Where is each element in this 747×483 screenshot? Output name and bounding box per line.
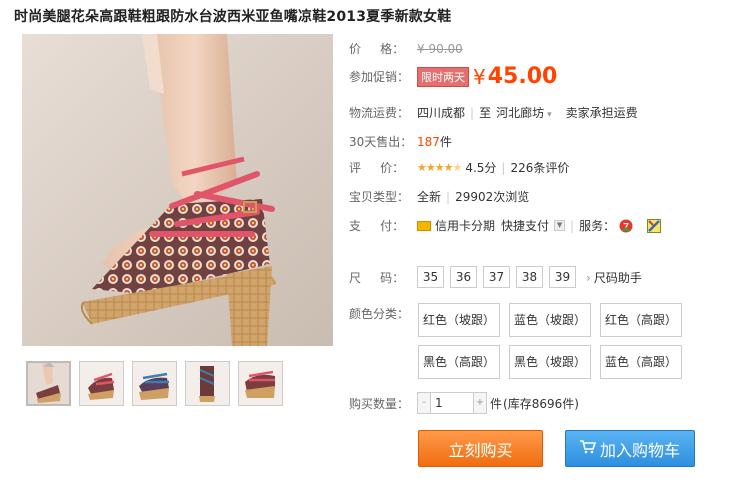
sales-label: 30天售出： bbox=[349, 135, 413, 149]
shipping-note: 卖家承担运费 bbox=[565, 106, 638, 120]
add-to-cart-button[interactable]: 加入购物车 bbox=[565, 430, 695, 467]
guarantee-icon[interactable] bbox=[647, 218, 662, 233]
promo-price-value: 45.00 bbox=[487, 64, 558, 89]
size-option-38[interactable]: 38 bbox=[516, 266, 543, 288]
color-label: 颜色分类： bbox=[349, 307, 410, 321]
color-option-black-wedge[interactable]: 黑色（坡跟） bbox=[509, 345, 591, 379]
original-price-value: ¥ 90.00 bbox=[417, 41, 463, 56]
size-row: 尺 码： 35 36 37 38 39 › 尺码助手 bbox=[349, 266, 642, 288]
credit-card-icon bbox=[417, 220, 431, 231]
size-option-39[interactable]: 39 bbox=[549, 266, 576, 288]
rating-label: 评 价： bbox=[349, 161, 405, 175]
item-type-value: 全新 bbox=[417, 190, 442, 204]
payment-row: 支 付： 信用卡分期 快捷支付 ▼ | 服务： 7 bbox=[349, 217, 662, 234]
sales-row: 30天售出： 187 件 bbox=[349, 133, 452, 150]
promo-label: 参加促销： bbox=[349, 70, 410, 84]
thumbnail-4[interactable] bbox=[185, 361, 230, 406]
shipping-to-prefix: 至 bbox=[479, 106, 492, 120]
size-option-37[interactable]: 37 bbox=[483, 266, 510, 288]
buy-now-button[interactable]: 立刻购买 bbox=[418, 430, 543, 467]
rating-row: 评 价： ★★★★★ 4.5分 | 226条评价 bbox=[349, 159, 569, 176]
size-label: 尺 码： bbox=[349, 270, 405, 285]
credit-installment-link[interactable]: 信用卡分期 bbox=[435, 217, 495, 234]
size-option-35[interactable]: 35 bbox=[417, 266, 444, 288]
service-sep: | bbox=[570, 218, 575, 233]
quantity-stepper: - 1 + bbox=[417, 392, 487, 414]
sales-unit: 件 bbox=[439, 135, 452, 149]
color-option-black-heel[interactable]: 黑色（高跟） bbox=[418, 345, 500, 379]
shipping-sep: | bbox=[470, 105, 475, 120]
rating-score: 4.5分 bbox=[465, 161, 497, 175]
item-type-sep: | bbox=[446, 189, 451, 204]
color-option-red-wedge[interactable]: 红色（坡跟） bbox=[418, 303, 500, 337]
promo-tag: 限时两天 bbox=[417, 66, 469, 87]
quantity-label: 购买数量： bbox=[349, 396, 410, 411]
quantity-increase-button[interactable]: + bbox=[474, 393, 486, 413]
sales-count: 187 bbox=[417, 134, 440, 149]
seven-day-return-icon[interactable]: 7 bbox=[619, 219, 633, 233]
size-option-36[interactable]: 36 bbox=[450, 266, 477, 288]
color-option-red-heel[interactable]: 红色（高跟） bbox=[600, 303, 682, 337]
item-type-label: 宝贝类型： bbox=[349, 190, 410, 204]
quantity-unit: 件 bbox=[490, 396, 503, 411]
thumbnail-2[interactable] bbox=[79, 361, 124, 406]
quantity-input[interactable]: 1 bbox=[430, 393, 474, 413]
color-option-blue-heel[interactable]: 蓝色（高跟） bbox=[600, 345, 682, 379]
color-options: 红色（坡跟） 蓝色（坡跟） 红色（高跟） 黑色（高跟） 黑色（坡跟） 蓝色（高跟… bbox=[418, 303, 682, 379]
item-type-row: 宝贝类型： 全新 | 29902次浏览 bbox=[349, 188, 529, 205]
stock-count: (库存8696件) bbox=[503, 396, 579, 411]
promo-price-row: 参加促销： 限时两天 ¥ 45.00 bbox=[349, 64, 557, 89]
thumbnail-strip bbox=[26, 361, 283, 406]
payment-label: 支 付： bbox=[349, 219, 405, 233]
original-price-label: 价 格： bbox=[349, 42, 405, 56]
review-count-link[interactable]: 226条评价 bbox=[510, 159, 569, 176]
shipping-row: 物流运费： 四川成都 | 至 河北廊坊 ▾ 卖家承担运费 bbox=[349, 104, 638, 121]
thumbnail-1[interactable] bbox=[26, 361, 71, 406]
shipping-from: 四川成都 bbox=[417, 106, 466, 120]
cart-icon bbox=[579, 439, 597, 458]
quick-pay-link[interactable]: 快捷支付 bbox=[501, 217, 549, 234]
thumbnail-3[interactable] bbox=[132, 361, 177, 406]
quantity-decrease-button[interactable]: - bbox=[418, 393, 430, 413]
thumbnail-5[interactable] bbox=[238, 361, 283, 406]
shipping-destination[interactable]: 河北廊坊 ▾ bbox=[496, 104, 552, 121]
color-option-blue-wedge[interactable]: 蓝色（坡跟） bbox=[509, 303, 591, 337]
service-label: 服务： bbox=[579, 219, 616, 233]
quantity-row: 购买数量： - 1 + 件 (库存8696件) bbox=[349, 392, 579, 414]
main-product-image[interactable] bbox=[22, 34, 333, 346]
shipping-label: 物流运费： bbox=[349, 106, 410, 120]
original-price-row: 价 格： ¥ 90.00 bbox=[349, 40, 463, 57]
star-rating-icon: ★★★★★ bbox=[417, 161, 462, 174]
dropdown-icon[interactable]: ▼ bbox=[554, 220, 566, 231]
rating-sep: | bbox=[501, 160, 506, 175]
buy-now-label: 立刻购买 bbox=[448, 440, 513, 460]
add-to-cart-label: 加入购物车 bbox=[599, 440, 680, 460]
chevron-right-icon: › bbox=[586, 270, 591, 285]
color-label-row: 颜色分类： bbox=[349, 305, 417, 322]
view-count: 29902次浏览 bbox=[455, 190, 530, 204]
size-helper-link[interactable]: › 尺码助手 bbox=[586, 269, 642, 286]
chevron-down-icon: ▾ bbox=[547, 110, 552, 120]
promo-currency: ¥ bbox=[473, 64, 486, 89]
product-title: 时尚美腿花朵高跟鞋粗跟防水台波西米亚鱼嘴凉鞋2013夏季新款女鞋 bbox=[14, 9, 452, 25]
